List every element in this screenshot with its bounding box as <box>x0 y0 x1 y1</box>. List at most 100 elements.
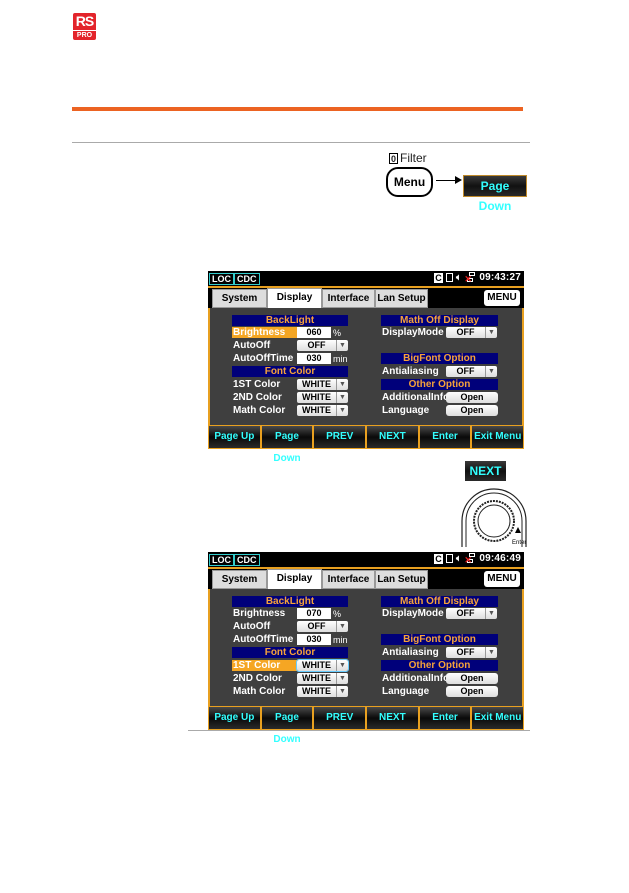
second-color-dropdown[interactable]: WHITE ▼ <box>297 673 348 684</box>
language-label[interactable]: Language <box>381 686 446 697</box>
math-off-header: Math Off Display <box>381 315 498 326</box>
additionalinfo-open-button[interactable]: Open <box>446 392 498 403</box>
menu-button[interactable]: MENU <box>484 290 520 306</box>
softkey-exit-menu[interactable]: Exit Menu <box>471 425 525 449</box>
c-mode-icon: C <box>433 553 443 564</box>
math-color-label[interactable]: Math Color <box>232 405 297 416</box>
other-option-header: Other Option <box>381 379 498 390</box>
brightness-label[interactable]: Brightness <box>232 327 297 338</box>
font-color-header: Font Color <box>232 366 348 377</box>
section-divider <box>72 142 530 143</box>
autoofftime-label[interactable]: AutoOffTime <box>232 634 297 645</box>
autooff-label[interactable]: AutoOff <box>232 340 297 351</box>
tab-display[interactable]: Display <box>267 569 322 590</box>
math-color-label[interactable]: Math Color <box>232 686 297 697</box>
chevron-down-icon: ▼ <box>336 660 348 671</box>
antialiasing-dropdown[interactable]: OFF ▼ <box>446 366 497 377</box>
math-off-header: Math Off Display <box>381 596 498 607</box>
autoofftime-input[interactable]: 030 <box>297 353 331 364</box>
softkey-enter[interactable]: Enter <box>418 425 472 449</box>
tab-display[interactable]: Display <box>267 288 322 309</box>
backlight-header: BackLight <box>232 596 348 607</box>
softkey-page-up[interactable]: Page Up <box>208 425 261 449</box>
menu-hardkey[interactable]: Menu <box>386 167 433 197</box>
c-mode-icon: C <box>433 272 443 283</box>
softkey-prev[interactable]: PREV <box>313 425 367 449</box>
storage-icon <box>445 273 453 282</box>
chevron-down-icon: ▼ <box>336 392 348 403</box>
cdc-indicator: CDC <box>234 273 260 285</box>
softkey-bar: Page Up Page Down PREV NEXT Enter Exit M… <box>208 706 525 745</box>
antialiasing-dropdown[interactable]: OFF ▼ <box>446 647 497 658</box>
math-color-dropdown[interactable]: WHITE ▼ <box>297 405 348 416</box>
autoofftime-input[interactable]: 030 <box>297 634 331 645</box>
status-bar: LOC CDC C 🔈︎ ✕ 09:46:49 <box>208 552 524 567</box>
backlight-header: BackLight <box>232 315 348 326</box>
softkey-prev[interactable]: PREV <box>313 706 367 730</box>
displaymode-label[interactable]: DisplayMode <box>381 608 446 619</box>
first-color-label[interactable]: 1ST Color <box>232 660 297 671</box>
bigfont-header: BigFont Option <box>381 634 498 645</box>
antialiasing-label[interactable]: Antialiasing <box>381 647 446 658</box>
first-color-dropdown[interactable]: WHITE ▼ <box>297 379 348 390</box>
autooff-dropdown[interactable]: OFF ▼ <box>297 621 348 632</box>
additionalinfo-label[interactable]: AdditionalInfo <box>381 673 449 684</box>
language-open-button[interactable]: Open <box>446 405 498 416</box>
additionalinfo-label[interactable]: AdditionalInfo <box>381 392 449 403</box>
menu-button[interactable]: MENU <box>484 571 520 587</box>
language-label[interactable]: Language <box>381 405 446 416</box>
second-color-dropdown[interactable]: WHITE ▼ <box>297 392 348 403</box>
softkey-bar: Page Up Page Down PREV NEXT Enter Exit M… <box>208 425 525 464</box>
tab-bar: System Display Interface Lan Setup MENU <box>208 286 524 309</box>
tab-system[interactable]: System <box>212 289 267 308</box>
autoofftime-label[interactable]: AutoOffTime <box>232 353 297 364</box>
loc-indicator: LOC <box>209 273 234 285</box>
logo-pro: PRO <box>73 30 96 40</box>
arrow-right-icon <box>436 176 462 184</box>
brightness-label[interactable]: Brightness <box>232 608 297 619</box>
antialiasing-label[interactable]: Antialiasing <box>381 366 446 377</box>
font-color-header: Font Color <box>232 647 348 658</box>
softkey-page-down[interactable]: Page Down <box>260 425 314 464</box>
softkey-page-up[interactable]: Page Up <box>208 706 261 730</box>
brightness-unit: % <box>333 608 342 619</box>
display-screen-2: LOC CDC C 🔈︎ ✕ 09:46:49 System Display I… <box>208 552 525 745</box>
brightness-input[interactable]: 070 <box>297 608 331 619</box>
chevron-down-icon: ▼ <box>336 405 348 416</box>
tab-interface[interactable]: Interface <box>322 289 375 308</box>
second-color-label[interactable]: 2ND Color <box>232 392 297 403</box>
autooff-label[interactable]: AutoOff <box>232 621 297 632</box>
additionalinfo-open-button[interactable]: Open <box>446 673 498 684</box>
tab-lan-setup[interactable]: Lan Setup <box>375 289 428 308</box>
displaymode-label[interactable]: DisplayMode <box>381 327 446 338</box>
first-color-dropdown[interactable]: WHITE ▼ <box>296 659 349 672</box>
filter-key-label: 0 Filter <box>389 151 427 165</box>
brightness-input[interactable]: 060 <box>297 327 331 338</box>
displaymode-dropdown[interactable]: OFF ▼ <box>446 327 497 338</box>
first-color-label[interactable]: 1ST Color <box>232 379 297 390</box>
softkey-enter[interactable]: Enter <box>418 706 472 730</box>
bottom-divider <box>188 730 530 731</box>
loc-indicator: LOC <box>209 554 234 566</box>
display-settings-panel: BackLight Brightness 070 % AutoOff OFF ▼ … <box>208 589 524 706</box>
display-settings-panel: BackLight Brightness 060 % AutoOff OFF ▼ … <box>208 308 524 425</box>
softkey-exit-menu[interactable]: Exit Menu <box>471 706 525 730</box>
autooff-dropdown[interactable]: OFF ▼ <box>297 340 348 351</box>
chevron-down-icon: ▼ <box>485 608 497 619</box>
storage-icon <box>445 554 453 563</box>
lan-disconnected-icon: ✕ <box>464 272 476 284</box>
clock-time: 09:46:49 <box>479 553 521 564</box>
softkey-next[interactable]: NEXT <box>366 706 419 730</box>
second-color-label[interactable]: 2ND Color <box>232 673 297 684</box>
tab-system[interactable]: System <box>212 570 267 589</box>
math-color-dropdown[interactable]: WHITE ▼ <box>297 686 348 697</box>
tab-interface[interactable]: Interface <box>322 570 375 589</box>
softkey-page-down[interactable]: Page Down <box>260 706 314 745</box>
tab-lan-setup[interactable]: Lan Setup <box>375 570 428 589</box>
speaker-icon: 🔈︎ <box>455 553 462 563</box>
autoofftime-unit: min <box>333 353 348 364</box>
displaymode-dropdown[interactable]: OFF ▼ <box>446 608 497 619</box>
chevron-down-icon: ▼ <box>336 340 348 351</box>
language-open-button[interactable]: Open <box>446 686 498 697</box>
softkey-next[interactable]: NEXT <box>366 425 419 449</box>
